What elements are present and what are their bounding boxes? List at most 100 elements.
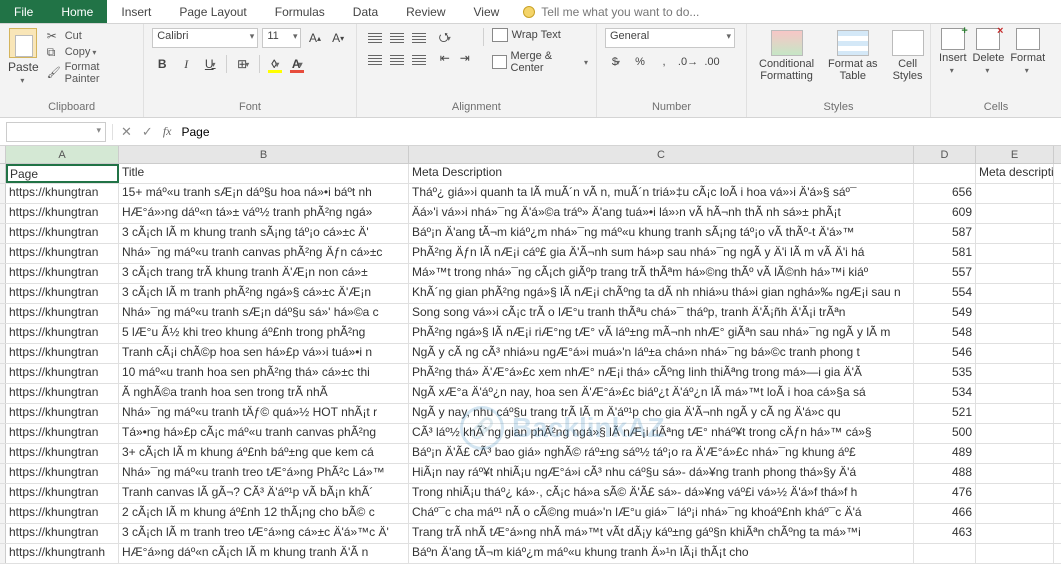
cell[interactable]: https://khungtran [6, 384, 119, 403]
cut-button[interactable]: Cut [45, 28, 136, 44]
number-format-combo[interactable]: General [605, 28, 735, 48]
cell[interactable]: NgÃ xÆ°a Ä'áº¿n nay, hoa sen Ä'Æ°á»£c bi… [409, 384, 914, 403]
cell[interactable] [976, 324, 1054, 343]
align-center-button[interactable] [387, 50, 407, 70]
align-left-button[interactable] [365, 50, 385, 70]
cell[interactable] [976, 184, 1054, 203]
paste-button[interactable]: Paste ▾ [8, 28, 39, 85]
cell[interactable]: 581 [914, 244, 976, 263]
col-header-B[interactable]: B [119, 146, 409, 163]
cell[interactable]: 489 [914, 444, 976, 463]
col-header-E[interactable]: E [976, 146, 1054, 163]
cell[interactable] [914, 544, 976, 563]
tab-review[interactable]: Review [392, 0, 459, 23]
underline-button[interactable]: U▾ [200, 54, 220, 74]
cell[interactable]: 656 [914, 184, 976, 203]
cell[interactable]: https://khungtran [6, 504, 119, 523]
tab-home[interactable]: Home [47, 0, 107, 23]
cell[interactable] [976, 424, 1054, 443]
cell[interactable]: 549 [914, 304, 976, 323]
decrease-decimal-button[interactable]: .00 [701, 52, 723, 72]
cell[interactable]: Tranh canvas lÃ gÃ¬? CÃ³ Ä'áº¹p vÃ bÃ¡n … [119, 484, 409, 503]
cell[interactable]: Trong nhiÃ¡u tháº¿ ká»·, cÃ¡c há»a sÃ© Ä… [409, 484, 914, 503]
cell[interactable]: Nhá»¯ng máº«u tranh sÆ¡n dáº§u sá»' há»©… [119, 304, 409, 323]
cell[interactable] [976, 524, 1054, 543]
align-right-button[interactable] [409, 50, 429, 70]
cell[interactable]: 557 [914, 264, 976, 283]
cell-D1[interactable] [914, 164, 976, 183]
tab-insert[interactable]: Insert [107, 0, 165, 23]
cancel-formula-button[interactable]: ✕ [121, 124, 132, 140]
col-header-A[interactable]: A [6, 146, 119, 163]
cell[interactable]: 5 lÆ°u Ã½ khi treo khung áº£nh trong phÃ… [119, 324, 409, 343]
insert-cells-button[interactable]: Insert▾ [939, 28, 967, 75]
comma-button[interactable]: , [653, 52, 675, 72]
cell[interactable]: https://khungtran [6, 444, 119, 463]
cell[interactable]: https://khungtran [6, 184, 119, 203]
merge-center-button[interactable]: Merge & Center▾ [492, 50, 588, 74]
cell[interactable]: Nhá»¯ng máº«u tranh tÄƒ© quá»½ HOT nhÃ¡t… [119, 404, 409, 423]
cell[interactable]: https://khungtran [6, 324, 119, 343]
cell[interactable] [976, 504, 1054, 523]
cell[interactable]: HÆ°á»›ng dáº«n tá»± váº½ tranh phÃ²ng ng… [119, 204, 409, 223]
cell[interactable]: https://khungtran [6, 344, 119, 363]
cell[interactable]: 546 [914, 344, 976, 363]
cell[interactable]: CÃ³ láº½ khÃ´ng gian phÃ²ng ngá»§ lÃ nÆ¡… [409, 424, 914, 443]
cell[interactable]: 3 cÃ¡ch lÃ m tranh treo tÆ°á»ng cá»±c Ä'… [119, 524, 409, 543]
cell[interactable]: Báºn Ä'ang tÃ¬m kiáº¿m máº«u khung tranh… [409, 544, 914, 563]
cell[interactable]: Tháº¿ giá»›i quanh ta lÃ muÃ´n vÃ n, muÃ… [409, 184, 914, 203]
decrease-indent-button[interactable]: ⇤ [435, 48, 455, 68]
cell-B1[interactable]: Title [119, 164, 409, 183]
cell[interactable] [976, 344, 1054, 363]
cell[interactable]: https://khungtran [6, 404, 119, 423]
increase-decimal-button[interactable]: .0→ [677, 52, 699, 72]
align-middle-button[interactable] [387, 28, 407, 48]
font-name-combo[interactable]: Calibri [152, 28, 258, 48]
cell[interactable]: 463 [914, 524, 976, 543]
cell[interactable]: https://khungtran [6, 424, 119, 443]
cell[interactable]: 10 máº«u tranh hoa sen phÃ²ng thá» cá»±c… [119, 364, 409, 383]
cell[interactable] [976, 284, 1054, 303]
cell[interactable] [976, 444, 1054, 463]
cell[interactable]: Má»™t trong nhá»¯ng cÃ¡ch giÃºp trang tr… [409, 264, 914, 283]
cell[interactable]: NgÃ y nay, nhu cáº§u trang trÃ­ lÃ m Ä'á… [409, 404, 914, 423]
conditional-formatting-button[interactable]: Conditional Formatting [755, 28, 818, 84]
col-header-C[interactable]: C [409, 146, 914, 163]
cell-styles-button[interactable]: Cell Styles [888, 28, 928, 84]
name-box[interactable] [6, 122, 106, 142]
accounting-format-button[interactable]: $▾ [605, 52, 627, 72]
cell-A1[interactable]: Page [6, 164, 119, 183]
cell[interactable]: 3 cÃ¡ch lÃ m khung tranh sÃ¡ng táº¡o cá»… [119, 224, 409, 243]
cell[interactable]: https://khungtran [6, 224, 119, 243]
cell-E1[interactable]: Meta description length [976, 164, 1054, 183]
copy-button[interactable]: Copy▾ [45, 44, 136, 60]
cell[interactable]: https://khungtran [6, 244, 119, 263]
cell[interactable]: 3+ cÃ¡ch lÃ m khung áº£nh báº±ng que kem… [119, 444, 409, 463]
percent-button[interactable]: % [629, 52, 651, 72]
wrap-text-button[interactable]: Wrap Text [492, 28, 588, 42]
cell[interactable]: 466 [914, 504, 976, 523]
tab-page-layout[interactable]: Page Layout [165, 0, 260, 23]
cell[interactable]: 476 [914, 484, 976, 503]
cell[interactable] [976, 464, 1054, 483]
format-painter-button[interactable]: Format Painter [45, 60, 136, 86]
delete-cells-button[interactable]: Delete▾ [973, 28, 1005, 75]
cell[interactable]: 488 [914, 464, 976, 483]
cell[interactable]: 15+ máº«u tranh sÆ¡n dáº§u hoa ná»•i báº… [119, 184, 409, 203]
fx-icon[interactable]: fx [163, 124, 172, 139]
cell[interactable] [976, 384, 1054, 403]
font-color-button[interactable]: A▾ [288, 55, 306, 73]
cell[interactable]: 609 [914, 204, 976, 223]
cell[interactable]: 521 [914, 404, 976, 423]
cell[interactable] [976, 264, 1054, 283]
cell[interactable]: Cháº¯c cha máº¹ nÃ o cÃ©ng muá»'n lÆ°u g… [409, 504, 914, 523]
cell[interactable]: https://khungtranh [6, 544, 119, 563]
cell[interactable] [976, 304, 1054, 323]
cell[interactable]: Nhá»¯ng máº«u tranh treo tÆ°á»ng PhÃ²c L… [119, 464, 409, 483]
align-top-button[interactable] [365, 28, 385, 48]
cell[interactable] [976, 544, 1054, 563]
cell[interactable]: https://khungtran [6, 464, 119, 483]
cell[interactable] [976, 484, 1054, 503]
cell[interactable]: 2 cÃ¡ch lÃ m khung áº£nh 12 thÃ¡ng cho b… [119, 504, 409, 523]
cell[interactable]: https://khungtran [6, 524, 119, 543]
